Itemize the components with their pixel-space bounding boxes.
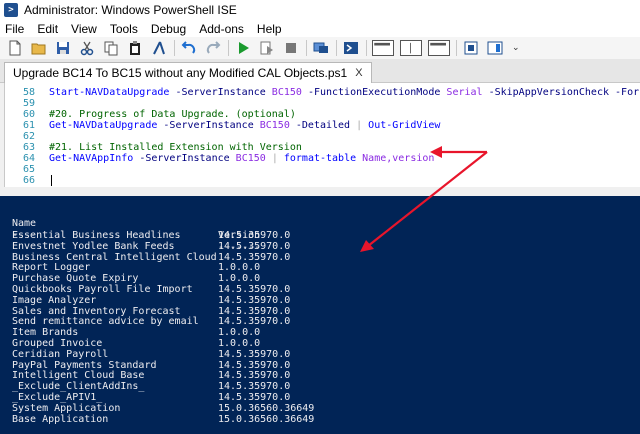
script-tab-strip: Upgrade BC14 To BC15 without any Modifie… (0, 59, 640, 83)
console-divider-row: ---- ------- (12, 218, 260, 253)
layout-script-right-icon[interactable] (400, 40, 422, 56)
code-token: Serial (446, 87, 483, 98)
code-line[interactable]: 59 (5, 98, 640, 109)
show-addon-icon[interactable] (486, 39, 504, 57)
toolbar-separator (306, 40, 307, 56)
line-number: 61 (22, 120, 35, 131)
layout-script-max-icon[interactable] (428, 40, 450, 56)
code-token: BC150 (235, 153, 266, 164)
line-number: 58 (22, 87, 35, 98)
clear-console-icon[interactable] (150, 39, 168, 57)
code-token: #21. List Installed Extension with Versi… (49, 142, 302, 153)
open-folder-icon[interactable] (30, 39, 48, 57)
console-header-row: Name Version (12, 206, 260, 241)
script-pane: Upgrade BC14 To BC15 without any Modifie… (0, 59, 640, 190)
code-text: Get-NAVAppInfo -ServerInstance BC150 | f… (49, 153, 434, 164)
code-line[interactable]: 62 (5, 131, 640, 142)
close-tab-icon[interactable]: X (355, 67, 362, 79)
copy-icon[interactable] (102, 39, 120, 57)
save-icon[interactable] (54, 39, 72, 57)
line-number: 62 (22, 131, 35, 142)
toolbar-separator (366, 40, 367, 56)
code-token: -Detailed (295, 120, 351, 131)
undo-icon[interactable] (180, 39, 198, 57)
menu-tools[interactable]: Tools (109, 22, 139, 36)
menu-bar: File Edit View Tools Debug Add-ons Help (0, 20, 640, 37)
code-text: Get-NAVDataUpgrade -ServerInstance BC150… (49, 120, 440, 131)
script-editor[interactable]: 58 Start-NAVDataUpgrade -ServerInstance B… (4, 83, 640, 187)
code-token: -FunctionExecutionMode (307, 87, 441, 98)
code-text: #20. Progress of Data Upgrade. (optional… (49, 109, 296, 120)
console-pane[interactable]: Name Version ---- ------- Essential Busi… (0, 196, 640, 434)
powershell-ise-icon: > (4, 3, 18, 17)
line-number: 63 (22, 142, 35, 153)
code-line[interactable]: 60 #20. Progress of Data Upgrade. (option… (5, 109, 640, 120)
toolbar-overflow-icon[interactable]: ⌄ (512, 43, 520, 53)
redo-icon[interactable] (204, 39, 222, 57)
line-number: 59 (22, 98, 35, 109)
script-tab[interactable]: Upgrade BC14 To BC15 without any Modifie… (4, 62, 372, 83)
code-token: BC150 (271, 87, 302, 98)
toolbar-separator (174, 40, 175, 56)
menu-help[interactable]: Help (256, 22, 283, 36)
script-tab-label: Upgrade BC14 To BC15 without any Modifie… (13, 66, 348, 80)
code-line[interactable]: 64 Get-NAVAppInfo -ServerInstance BC150 |… (5, 153, 640, 164)
code-token: format-table (283, 153, 357, 164)
code-token: Get-NAVDataUpgrade (49, 120, 158, 131)
toolbar-separator (336, 40, 337, 56)
text-caret (51, 175, 52, 186)
extension-name: Base Application (12, 413, 109, 425)
code-token: Start-NAVDataUpgrade (49, 87, 170, 98)
paste-icon[interactable] (126, 39, 144, 57)
toolbar-separator (228, 40, 229, 56)
code-line[interactable]: 61 Get-NAVDataUpgrade -ServerInstance BC1… (5, 120, 640, 131)
code-token: Out-GridView (368, 120, 441, 131)
new-remote-tab-icon[interactable] (312, 39, 330, 57)
window-title: Administrator: Windows PowerShell ISE (24, 3, 237, 17)
code-text: Start-NAVDataUpgrade -ServerInstance BC1… (49, 87, 640, 98)
run-selection-icon[interactable] (258, 39, 276, 57)
stop-icon[interactable] (282, 39, 300, 57)
code-line[interactable]: 66 (5, 175, 640, 186)
menu-edit[interactable]: Edit (36, 22, 59, 36)
cut-icon[interactable] (78, 39, 96, 57)
line-number: 66 (22, 175, 35, 186)
code-line[interactable]: 58 Start-NAVDataUpgrade -ServerInstance B… (5, 87, 640, 98)
layout-script-top-icon[interactable] (372, 40, 394, 56)
code-token: BC150 (259, 120, 290, 131)
toolbar: ⌄ (0, 37, 640, 59)
extension-version: 15.0.36560.36649 (218, 413, 315, 425)
code-token: Get-NAVAppInfo (49, 153, 134, 164)
menu-debug[interactable]: Debug (150, 22, 187, 36)
code-token: #20. Progress of Data Upgrade. (optional… (49, 109, 296, 120)
menu-view[interactable]: View (70, 22, 98, 36)
title-bar: > Administrator: Windows PowerShell ISE (0, 0, 640, 20)
toolbar-separator (456, 40, 457, 56)
new-file-icon[interactable] (6, 39, 24, 57)
menu-file[interactable]: File (4, 22, 25, 36)
code-line[interactable]: 65 (5, 164, 640, 175)
code-token: -SkipAppVersionCheck (488, 87, 609, 98)
code-text: #21. List Installed Extension with Versi… (49, 142, 302, 153)
line-number: 60 (22, 109, 35, 120)
powershell-ise-window: > Administrator: Windows PowerShell ISE … (0, 0, 640, 434)
code-token: -ServerInstance (163, 120, 254, 131)
code-line[interactable]: 63 #21. List Installed Extension with Ver… (5, 142, 640, 153)
code-token: -Force (615, 87, 640, 98)
start-powershell-icon[interactable] (342, 39, 360, 57)
code-token: Name,version (362, 153, 435, 164)
menu-add-ons[interactable]: Add-ons (198, 22, 245, 36)
code-token: -ServerInstance (175, 87, 266, 98)
code-token: -ServerInstance (139, 153, 230, 164)
line-number: 64 (22, 153, 35, 164)
show-commands-icon[interactable] (462, 39, 480, 57)
line-number: 65 (22, 164, 35, 175)
run-script-icon[interactable] (234, 39, 252, 57)
